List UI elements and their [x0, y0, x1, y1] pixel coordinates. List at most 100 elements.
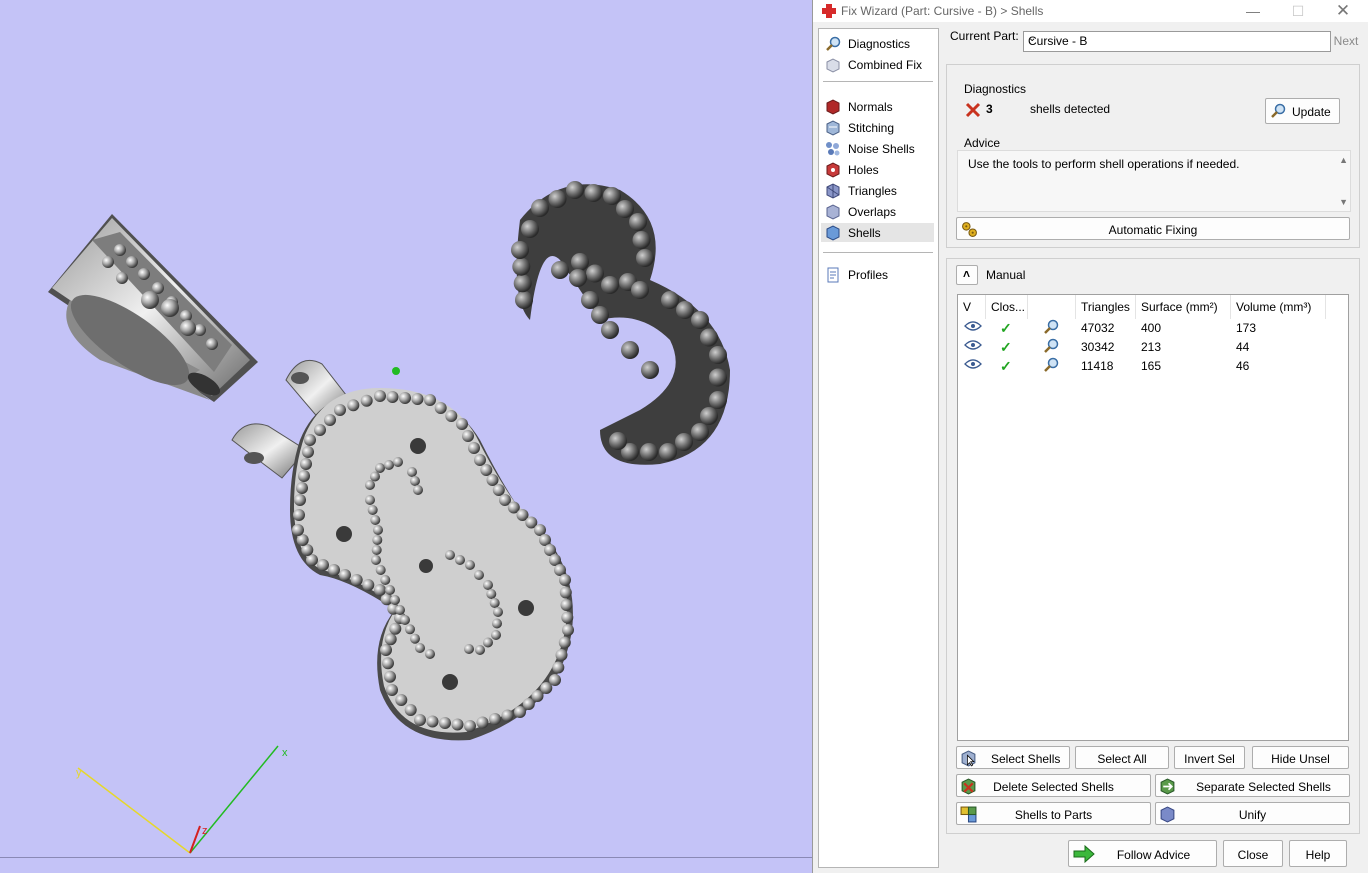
collapse-manual-button[interactable]: ˄ — [956, 265, 978, 285]
zoom-to-shell-icon[interactable] — [1042, 338, 1060, 357]
help-button[interactable]: Help — [1289, 840, 1347, 867]
select-shells-button[interactable]: Select Shells — [956, 746, 1070, 769]
table-row[interactable]: ✓ 47032 400 173 — [958, 319, 1346, 338]
update-button[interactable]: Update — [1265, 98, 1340, 124]
cursive-3-shell[interactable] — [511, 181, 730, 465]
shells-icon — [826, 224, 840, 241]
noise-shells-icon — [826, 141, 840, 155]
nav-item-profiles[interactable]: Profiles — [821, 265, 934, 284]
triangles-cell: 47032 — [1081, 321, 1115, 335]
diagnostics-panel: Diagnostics 3 shells detected Update Adv… — [946, 64, 1360, 248]
separate-selected-shells-button[interactable]: Separate Selected Shells — [1155, 774, 1350, 797]
volume-cell: 46 — [1236, 359, 1250, 373]
triangles-cell: 11418 — [1081, 359, 1114, 373]
nav-item-combined-fix[interactable]: Combined Fix — [821, 55, 934, 74]
close-button[interactable]: Close — [1223, 840, 1283, 867]
shells-to-parts-label: Shells to Parts — [1014, 808, 1093, 822]
select-all-button[interactable]: Select All — [1075, 746, 1169, 769]
closed-check-icon: ✓ — [1000, 320, 1012, 336]
maximize-icon[interactable]: ☐ — [1278, 1, 1318, 21]
volume-cell: 44 — [1236, 340, 1250, 354]
nav-item-shells[interactable]: Shells — [821, 223, 934, 242]
overlaps-icon — [826, 203, 840, 220]
cursive-b-plate[interactable] — [290, 388, 574, 741]
model-render[interactable]: x y z — [0, 0, 812, 873]
advice-textbox[interactable]: Use the tools to perform shell operation… — [957, 150, 1351, 212]
bail-shell[interactable] — [48, 214, 258, 402]
nav-separator — [823, 81, 933, 82]
column-header-visible[interactable]: V — [958, 295, 986, 319]
minimize-icon[interactable]: — — [1233, 1, 1273, 21]
separate-shell-icon — [1160, 778, 1175, 795]
visibility-toggle-icon[interactable] — [964, 357, 982, 376]
nav-label: Stitching — [848, 120, 895, 135]
advice-title: Advice — [964, 136, 1001, 150]
normals-icon — [826, 98, 840, 115]
zoom-to-shell-icon[interactable] — [1042, 357, 1060, 376]
column-header-closed[interactable]: Clos... — [986, 295, 1028, 319]
visibility-toggle-icon[interactable] — [964, 338, 982, 357]
nav-label: Normals — [848, 99, 893, 114]
nav-item-holes[interactable]: Holes — [821, 160, 934, 179]
invert-selection-button[interactable]: Invert Sel — [1174, 746, 1245, 769]
chevron-up-icon: ˄ — [963, 267, 971, 281]
column-header-action[interactable] — [1028, 295, 1076, 319]
pivot-dot — [392, 367, 400, 375]
wizard-nav: Diagnostics Combined Fix Normals Stitchi… — [818, 28, 939, 868]
diagnostics-status: shells detected — [1030, 102, 1111, 116]
closed-check-icon: ✓ — [1000, 339, 1012, 355]
select-cursor-icon — [961, 750, 976, 767]
shells-table[interactable]: V Clos... Triangles Surface (mm²) Volume… — [957, 294, 1349, 741]
advice-text: Use the tools to perform shell operation… — [968, 157, 1240, 171]
scroll-up-icon[interactable]: ▲ — [1339, 155, 1348, 165]
shells-to-parts-button[interactable]: Shells to Parts — [956, 802, 1151, 825]
nav-item-diagnostics[interactable]: Diagnostics — [821, 34, 934, 53]
table-row[interactable]: ✓ 11418 165 46 — [958, 357, 1346, 376]
y-axis-label: y — [76, 767, 82, 779]
visibility-toggle-icon[interactable] — [964, 319, 982, 338]
current-part-label: Current Part: — [950, 29, 1019, 43]
nav-label: Overlaps — [848, 204, 897, 219]
column-header-volume[interactable]: Volume (mm³) — [1231, 295, 1326, 319]
stitching-icon — [826, 119, 840, 136]
nav-item-triangles[interactable]: Triangles — [821, 181, 934, 200]
nav-label: Noise Shells — [848, 141, 915, 156]
nav-item-stitching[interactable]: Stitching — [821, 118, 934, 137]
surface-cell: 400 — [1141, 321, 1162, 335]
z-axis-label: z — [202, 825, 208, 837]
delete-selected-label: Delete Selected Shells — [993, 780, 1114, 794]
close-icon[interactable]: ✕ — [1323, 1, 1363, 21]
nav-label: Diagnostics — [848, 36, 911, 51]
manual-title: Manual — [986, 268, 1026, 282]
nav-separator — [823, 252, 933, 253]
follow-advice-button[interactable]: Follow Advice — [1068, 840, 1217, 867]
delete-selected-shells-button[interactable]: Delete Selected Shells — [956, 774, 1151, 797]
error-x-icon — [965, 102, 981, 118]
3d-viewport[interactable]: x y z — [0, 0, 812, 873]
next-button[interactable]: Next — [1325, 31, 1367, 52]
table-row[interactable]: ✓ 30342 213 44 — [958, 338, 1346, 357]
diagnostics-title: Diagnostics — [964, 82, 1027, 96]
zoom-to-shell-icon[interactable] — [1042, 319, 1060, 338]
column-header-surface[interactable]: Surface (mm²) — [1136, 295, 1231, 319]
nav-label: Triangles — [848, 183, 897, 198]
automatic-fixing-button[interactable]: Automatic Fixing — [956, 217, 1350, 240]
column-header-triangles[interactable]: Triangles — [1076, 295, 1136, 319]
nav-item-normals[interactable]: Normals — [821, 97, 934, 116]
profiles-icon — [827, 267, 839, 282]
holes-icon — [826, 161, 840, 178]
surface-cell: 213 — [1141, 340, 1162, 354]
select-shells-label: Select Shells — [991, 752, 1061, 766]
nav-item-overlaps[interactable]: Overlaps — [821, 202, 934, 221]
hide-unselected-button[interactable]: Hide Unsel — [1252, 746, 1349, 769]
current-part-select[interactable]: Cursive - B ⌄ — [1023, 31, 1331, 52]
nav-item-noise-shells[interactable]: Noise Shells — [821, 139, 934, 158]
title-bar[interactable]: Fix Wizard (Part: Cursive - B) > Shells … — [813, 0, 1368, 22]
chevron-down-icon: ⌄ — [1028, 33, 1037, 44]
nav-label: Shells — [848, 225, 881, 240]
volume-cell: 173 — [1236, 321, 1257, 335]
closed-check-icon: ✓ — [1000, 358, 1012, 374]
scroll-down-icon[interactable]: ▼ — [1339, 197, 1348, 207]
unify-button[interactable]: Unify — [1155, 802, 1350, 825]
cube-icon — [826, 57, 840, 73]
